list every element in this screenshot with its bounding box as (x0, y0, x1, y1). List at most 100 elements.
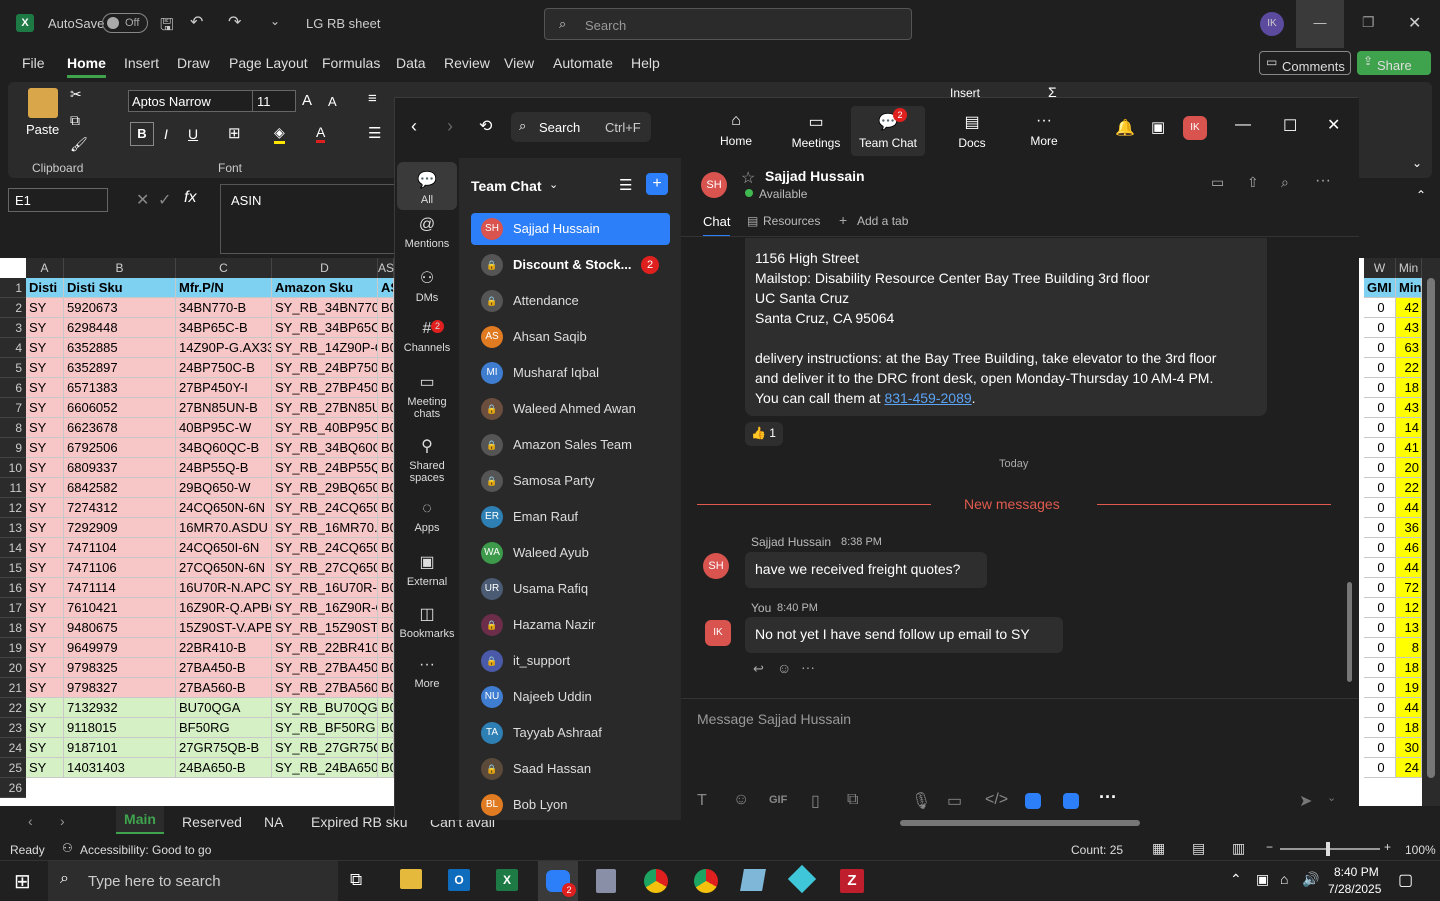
restore-button[interactable]: ❐ (1362, 14, 1375, 31)
row-header[interactable]: 23 (0, 718, 26, 738)
filezilla-icon[interactable]: Z (840, 869, 864, 893)
chat-list-item[interactable]: 🔒 Samosa Party (471, 465, 670, 497)
sheet-tab-reserved[interactable]: Reserved (182, 814, 242, 830)
clock-date[interactable]: 7/28/2025 (1328, 882, 1381, 896)
table-cell[interactable]: 6352897 (64, 358, 176, 378)
excel-search-box[interactable]: ⌕ Search (544, 8, 912, 40)
table-cell[interactable]: 43 (1396, 398, 1422, 418)
chat-search-icon[interactable]: ⌕ (1281, 174, 1289, 191)
table-cell[interactable]: SY (26, 638, 64, 658)
name-box[interactable]: E1 (8, 188, 108, 212)
table-cell[interactable]: B0 (378, 378, 394, 398)
rail-bookmarks[interactable]: ◫ Bookmarks (397, 604, 457, 650)
table-cell[interactable]: B0 (378, 338, 394, 358)
row-header[interactable]: 12 (0, 498, 26, 518)
table-cell[interactable]: SY_RB_16U70R-N (272, 578, 378, 598)
table-cell[interactable]: 0 (1364, 698, 1396, 718)
table-cell[interactable]: 0 (1364, 398, 1396, 418)
expand-formula-icon[interactable]: ⌃ (1416, 188, 1426, 202)
menu-file[interactable]: File (22, 55, 45, 71)
table-cell[interactable]: 22BR410-B (176, 638, 272, 658)
table-cell[interactable]: 44 (1396, 498, 1422, 518)
chat-search-box[interactable]: ⌕ Search Ctrl+F (511, 112, 651, 142)
table-cell[interactable]: 27BA450-B (176, 658, 272, 678)
table-cell[interactable]: 7132932 (64, 698, 176, 718)
row-header[interactable]: 13 (0, 518, 26, 538)
shrink-font-icon[interactable]: A (328, 94, 337, 109)
table-cell[interactable]: B0 (378, 498, 394, 518)
table-cell[interactable]: 0 (1364, 478, 1396, 498)
table-cell[interactable]: B0 (378, 458, 394, 478)
formula-enter-icon[interactable]: ✓ (158, 190, 171, 210)
menu-insert[interactable]: Insert (124, 55, 159, 71)
table-cell[interactable]: SY (26, 538, 64, 558)
row-header[interactable]: 9 (0, 438, 26, 458)
header-cell[interactable]: Mfr.P/N (176, 278, 272, 298)
font-size-select[interactable]: 11 (252, 90, 296, 112)
table-cell[interactable]: SY (26, 558, 64, 578)
table-cell[interactable]: 72 (1396, 578, 1422, 598)
msg1-bubble[interactable]: have we received freight quotes? (745, 552, 987, 588)
menu-data[interactable]: Data (396, 55, 426, 71)
status-accessibility[interactable]: Accessibility: Good to go (80, 843, 211, 857)
zoom-in-icon[interactable]: + (1384, 840, 1391, 854)
page-layout-view-icon[interactable]: ▤ (1192, 840, 1205, 857)
cut-icon[interactable]: ✂ (70, 86, 82, 103)
table-cell[interactable]: 0 (1364, 518, 1396, 538)
table-cell[interactable]: SY_RB_24BP55Q- (272, 458, 378, 478)
paste-label[interactable]: Paste (26, 122, 59, 137)
taskbar-excel-icon[interactable]: X (496, 869, 518, 891)
table-cell[interactable]: 20 (1396, 458, 1422, 478)
app-icon-teal[interactable] (740, 869, 766, 891)
table-cell[interactable]: 27BP450Y-I (176, 378, 272, 398)
menu-automate[interactable]: Automate (553, 55, 613, 71)
row-header[interactable]: 4 (0, 338, 26, 358)
chat-maximize-button[interactable]: ☐ (1283, 116, 1297, 136)
excel-user-avatar[interactable]: IK (1260, 12, 1284, 36)
chat-list-item[interactable]: 🔒 Amazon Sales Team (471, 429, 670, 461)
table-cell[interactable]: B0 (378, 358, 394, 378)
nav-meetings[interactable]: ▭ Meetings (779, 106, 853, 156)
composer-more-icon[interactable]: ··· (1099, 787, 1117, 808)
chrome-profile-icon[interactable] (694, 869, 718, 893)
table-cell[interactable]: 6842582 (64, 478, 176, 498)
table-cell[interactable]: 8 (1396, 638, 1422, 658)
table-cell[interactable]: SY (26, 358, 64, 378)
table-cell[interactable]: B0 (378, 638, 394, 658)
table-cell[interactable]: SY_RB_22BR410-B (272, 638, 378, 658)
chat-list-item[interactable]: 🔒 Waleed Ahmed Awan (471, 393, 670, 425)
chat-list-item[interactable]: AS Ahsan Saqib (471, 321, 670, 353)
table-cell[interactable]: SY (26, 758, 64, 778)
star-icon[interactable]: ☆ (741, 168, 755, 188)
table-cell[interactable]: 44 (1396, 558, 1422, 578)
table-cell[interactable]: 14 (1396, 418, 1422, 438)
table-cell[interactable]: SY (26, 578, 64, 598)
table-cell[interactable]: B0 (378, 758, 394, 778)
table-cell[interactable]: SY (26, 378, 64, 398)
chat-list-item[interactable]: ER Eman Rauf (471, 501, 670, 533)
table-cell[interactable]: B0 (378, 598, 394, 618)
row-header[interactable]: 2 (0, 298, 26, 318)
font-color-icon[interactable]: A (316, 124, 326, 143)
table-cell[interactable]: B0 (378, 678, 394, 698)
taskbar-search-box[interactable]: ⌕ Type here to search (48, 861, 338, 901)
add-tab-label[interactable]: Add a tab (857, 214, 908, 228)
menu-formulas[interactable]: Formulas (322, 55, 380, 71)
format-painter-icon[interactable]: 🖌 (70, 136, 88, 153)
sheet-tab-na[interactable]: NA (264, 814, 283, 830)
menu-draw[interactable]: Draw (177, 55, 210, 71)
header-cell[interactable]: GMI (1364, 278, 1396, 298)
table-cell[interactable]: 22 (1396, 478, 1422, 498)
nav-docs[interactable]: ▤ Docs (935, 106, 1009, 156)
reply-icon[interactable]: ↩ (753, 661, 764, 677)
table-cell[interactable]: 0 (1364, 678, 1396, 698)
chat-header-name[interactable]: Sajjad Hussain (765, 168, 865, 184)
table-cell[interactable]: SY_RB_BF50RG (272, 718, 378, 738)
table-cell[interactable]: 13 (1396, 618, 1422, 638)
column-header[interactable]: A (26, 258, 64, 278)
table-cell[interactable]: 14031403 (64, 758, 176, 778)
screenshot-icon[interactable]: ⧉ (847, 791, 858, 809)
table-cell[interactable]: 30 (1396, 738, 1422, 758)
table-cell[interactable]: 0 (1364, 638, 1396, 658)
row-header[interactable]: 15 (0, 558, 26, 578)
